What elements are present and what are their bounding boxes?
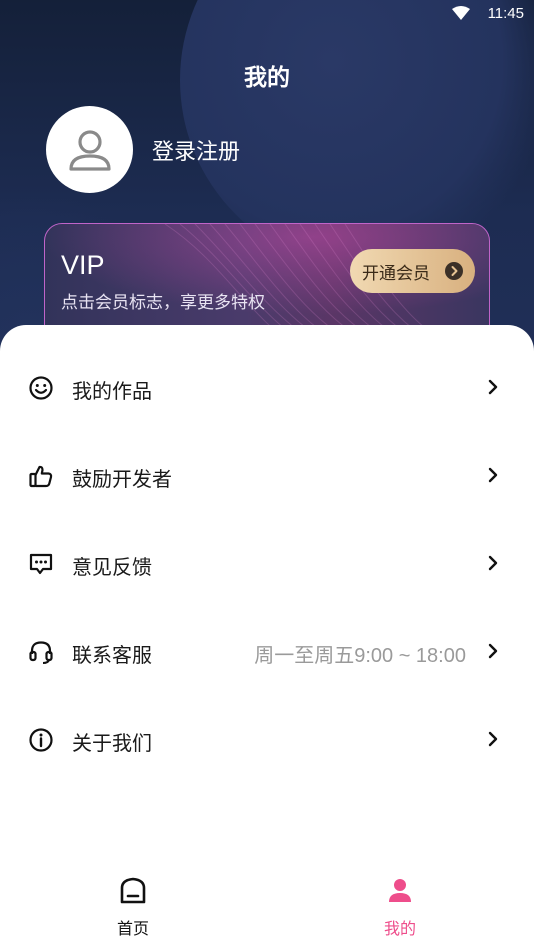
menu-item-feedback[interactable]: 意见反馈 xyxy=(0,533,534,593)
arrow-right-circle-icon xyxy=(445,262,463,280)
wifi-icon xyxy=(452,6,470,20)
nav-tab-home[interactable]: 首页 xyxy=(63,875,203,945)
vip-subtitle: 点击会员标志，享更多特权 xyxy=(61,293,265,313)
chevron-right-icon xyxy=(488,555,498,571)
smile-icon xyxy=(29,376,53,400)
nav-label: 首页 xyxy=(116,919,149,938)
menu-item-label: 联系客服 xyxy=(72,643,152,667)
menu-item-my-works[interactable]: 我的作品 xyxy=(0,357,534,417)
status-bar: 11:45 xyxy=(0,0,534,28)
user-icon xyxy=(389,879,411,902)
open-membership-label: 开通会员 xyxy=(362,263,430,284)
menu-item-label: 鼓励开发者 xyxy=(72,467,172,491)
page-title: 我的 xyxy=(244,65,290,91)
menu-item-customer-service[interactable]: 联系客服 周一至周五9:00 ~ 18:00 xyxy=(0,621,534,681)
vip-title: VIP xyxy=(61,250,105,280)
menu-item-about-us[interactable]: 关于我们 xyxy=(0,709,534,769)
chevron-right-icon xyxy=(488,731,498,747)
chevron-right-icon xyxy=(488,467,498,483)
open-membership-button[interactable]: 开通会员 xyxy=(350,249,475,293)
chevron-right-icon xyxy=(488,643,498,659)
headset-icon xyxy=(29,641,53,664)
chevron-right-icon xyxy=(488,379,498,395)
info-icon xyxy=(29,728,53,752)
menu-item-encourage-developer[interactable]: 鼓励开发者 xyxy=(0,445,534,505)
home-icon xyxy=(120,877,146,904)
user-placeholder-icon xyxy=(68,129,111,171)
nav-tab-mine[interactable]: 我的 xyxy=(330,875,470,945)
menu-item-label: 意见反馈 xyxy=(72,555,152,579)
login-register-link[interactable]: 登录注册 xyxy=(152,134,240,166)
service-hours: 周一至周五9:00 ~ 18:00 xyxy=(254,645,466,667)
thumbs-up-icon xyxy=(29,465,53,488)
bottom-navigation: 首页 我的 xyxy=(0,865,534,949)
menu-item-label: 我的作品 xyxy=(72,379,152,403)
status-time: 11:45 xyxy=(487,5,524,22)
menu-panel: 我的作品 鼓励开发者 意见反馈 联系客服 周一至周五9:00 ~ 18:00 关… xyxy=(0,325,534,865)
feedback-message-icon xyxy=(29,553,53,575)
avatar[interactable] xyxy=(46,106,133,193)
menu-item-label: 关于我们 xyxy=(72,731,152,755)
nav-label: 我的 xyxy=(383,919,416,938)
